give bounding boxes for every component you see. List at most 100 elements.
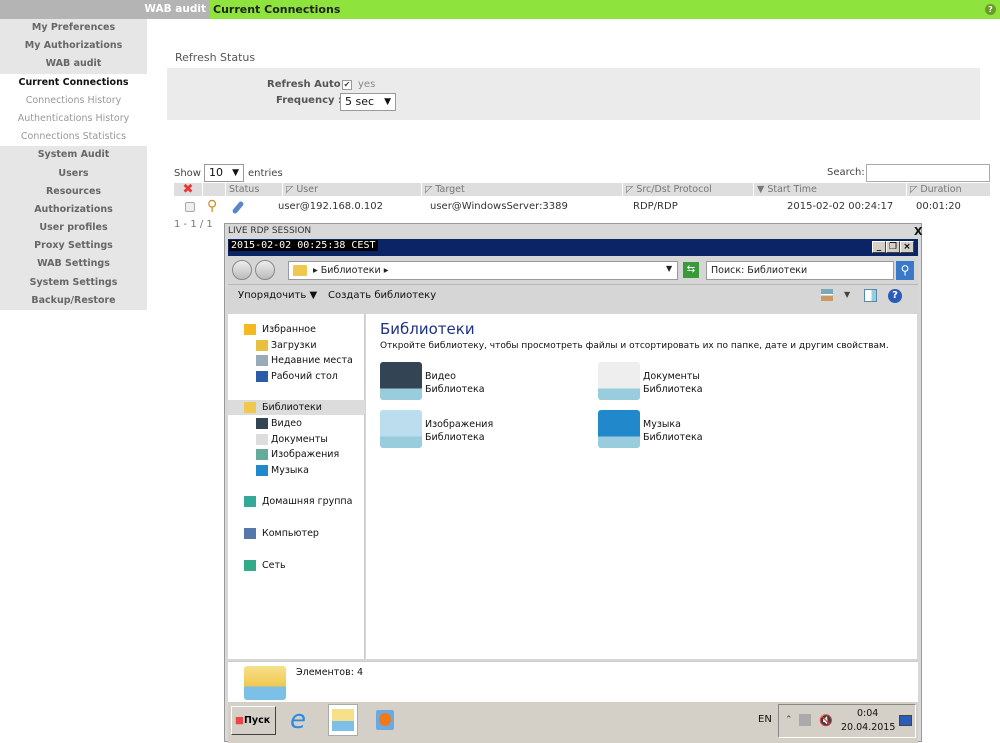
section-title: Refresh Status <box>175 51 256 64</box>
rdp-screen[interactable]: 2015-02-02 00:25:38 CEST _ ❐ × ▸ Библиот… <box>228 239 918 743</box>
navigation-pane: Избранное Загрузки Недавние места Рабочий с… <box>228 314 365 659</box>
sidebar-item-connections-history[interactable]: Connections History <box>0 91 147 110</box>
nav-item[interactable]: Рабочий стол <box>228 369 365 384</box>
breadcrumb-section[interactable]: WAB audit <box>0 0 210 19</box>
start-button[interactable]: ■Пуск <box>231 706 276 735</box>
volume-muted-icon[interactable]: 🔇 <box>819 714 833 727</box>
column-status[interactable]: Status <box>226 183 282 196</box>
explorer-taskbar-button[interactable] <box>328 704 358 736</box>
nav-item[interactable]: Сеть <box>228 558 365 573</box>
cell-target: user@WindowsServer:3389 <box>430 201 568 212</box>
nav-item-label: Видео <box>271 418 302 429</box>
help-icon[interactable]: ? <box>888 289 902 303</box>
internet-explorer-icon[interactable]: e <box>290 705 306 735</box>
refresh-icon[interactable]: ⇆ <box>683 262 699 278</box>
nav-item-icon <box>256 355 268 367</box>
rdp-session-window: LIVE RDP SESSION X 2015-02-02 00:25:38 C… <box>224 223 922 743</box>
view-icon[interactable]: ⚲ <box>207 198 217 214</box>
entries-select[interactable]: 10 ▼ <box>204 164 244 182</box>
organize-button[interactable]: Упорядочить ▼ <box>238 290 317 301</box>
sidebar-item-authorizations[interactable]: Authorizations <box>0 200 147 220</box>
nav-item-icon <box>256 449 268 461</box>
rdp-close-button[interactable]: X <box>914 225 922 238</box>
create-library-button[interactable]: Создать библиотеку <box>328 290 436 301</box>
help-icon[interactable]: ? <box>985 4 996 15</box>
pagination: 1 - 1 / 1 <box>174 219 213 230</box>
refresh-auto-checkbox[interactable]: ✔ <box>342 80 352 90</box>
preview-pane-icon[interactable] <box>864 289 877 302</box>
frequency-select[interactable]: 5 sec ▼ <box>340 93 396 111</box>
nav-item[interactable]: Домашняя группа <box>228 494 365 509</box>
nav-item-label: Недавние места <box>271 355 353 367</box>
nav-item[interactable]: Видео <box>228 416 365 431</box>
sidebar-item-backup-restore[interactable]: Backup/Restore <box>0 291 147 310</box>
library-folder-icon <box>293 265 307 276</box>
nav-item[interactable]: Избранное <box>228 322 365 337</box>
frequency-value: 5 sec <box>345 95 375 108</box>
cell-start-time: 2015-02-02 00:24:17 <box>787 201 894 212</box>
network-icon[interactable] <box>799 714 811 726</box>
explorer-window: ▸ Библиотеки ▸ ▼ ⇆ Поиск: Библиотеки ⚲ У… <box>228 256 918 703</box>
nav-item[interactable]: Компьютер <box>228 526 365 541</box>
sidebar-item-resources[interactable]: Resources <box>0 182 147 201</box>
view-dropdown-icon[interactable]: ▼ <box>844 290 850 299</box>
back-button[interactable] <box>232 260 252 280</box>
search-icon[interactable]: ⚲ <box>896 261 914 280</box>
search-input[interactable] <box>866 164 990 182</box>
row-checkbox[interactable] <box>185 202 195 212</box>
nav-item[interactable]: Библиотеки <box>228 400 365 416</box>
library-icon <box>598 410 640 448</box>
header-blank <box>203 183 225 196</box>
nav-item-icon <box>256 464 268 476</box>
libraries-content: Библиотеки Откройте библиотеку, чтобы пр… <box>366 314 917 659</box>
show-desktop-icon[interactable] <box>899 715 912 726</box>
refresh-auto-value: yes <box>358 79 376 90</box>
sidebar-item-connections-statistics[interactable]: Connections Statistics <box>0 128 147 147</box>
nav-item-label: Музыка <box>271 464 309 476</box>
cell-user: user@192.168.0.102 <box>278 201 383 212</box>
sidebar-item-my-authorizations[interactable]: My Authorizations <box>0 37 147 56</box>
nav-item[interactable]: Документы <box>228 432 365 447</box>
sidebar-item-current-connections[interactable]: Current Connections <box>0 73 147 92</box>
sidebar-item-system-settings[interactable]: System Settings <box>0 273 147 292</box>
sidebar-item-proxy-settings[interactable]: Proxy Settings <box>0 237 147 256</box>
explorer-search-input[interactable]: Поиск: Библиотеки <box>706 261 894 280</box>
nav-item-label: Изображения <box>271 449 340 461</box>
nav-item[interactable]: Музыка <box>228 463 365 478</box>
clock-time[interactable]: 0:04 <box>857 708 878 719</box>
column-start-time[interactable]: ▼ Start Time <box>754 183 906 196</box>
nav-item[interactable]: Изображения <box>228 447 365 462</box>
sidebar-item-wab-settings[interactable]: WAB Settings <box>0 255 147 274</box>
nav-item-icon <box>256 370 268 382</box>
library-type: Библиотека <box>643 432 703 443</box>
minimize-button[interactable]: _ <box>872 241 886 253</box>
show-hidden-icons-icon[interactable]: ⌃ <box>785 715 793 725</box>
view-options-icon[interactable] <box>821 289 833 301</box>
nav-item[interactable]: Недавние места <box>228 353 365 368</box>
sidebar-item-authentications-history[interactable]: Authentications History <box>0 109 147 129</box>
media-player-icon[interactable] <box>376 710 394 730</box>
nav-item-label: Домашняя группа <box>262 496 353 508</box>
nav-item[interactable]: Загрузки <box>228 338 365 353</box>
column-duration[interactable]: ◸ Duration <box>907 183 990 196</box>
sidebar-item-my-preferences[interactable]: My Preferences <box>0 19 147 38</box>
sidebar-item-wab-audit[interactable]: WAB audit <box>0 55 147 74</box>
nav-item-icon <box>256 418 268 429</box>
address-bar[interactable]: ▸ Библиотеки ▸ <box>288 261 678 280</box>
column-target[interactable]: ◸ Target <box>422 183 622 196</box>
library-name: Документы <box>643 371 700 382</box>
language-indicator[interactable]: EN <box>758 714 772 725</box>
delete-icon[interactable]: ✖ <box>174 183 202 196</box>
address-dropdown-icon[interactable]: ▼ <box>666 264 672 273</box>
restore-button[interactable]: ❐ <box>886 241 900 253</box>
clock-date[interactable]: 20.04.2015 <box>841 722 895 733</box>
sidebar-item-users[interactable]: Users <box>0 164 147 183</box>
window-title-bar: 2015-02-02 00:25:38 CEST _ ❐ × <box>228 239 918 256</box>
column-protocol[interactable]: ◸ Src/Dst Protocol <box>623 183 753 196</box>
connection-plug-icon[interactable] <box>231 200 245 215</box>
forward-button[interactable] <box>255 260 275 280</box>
sidebar-item-user-profiles[interactable]: User profiles <box>0 219 147 238</box>
column-user[interactable]: ◸ User <box>283 183 421 196</box>
sidebar-item-system-audit[interactable]: System Audit <box>0 146 147 165</box>
close-button[interactable]: × <box>900 241 914 253</box>
